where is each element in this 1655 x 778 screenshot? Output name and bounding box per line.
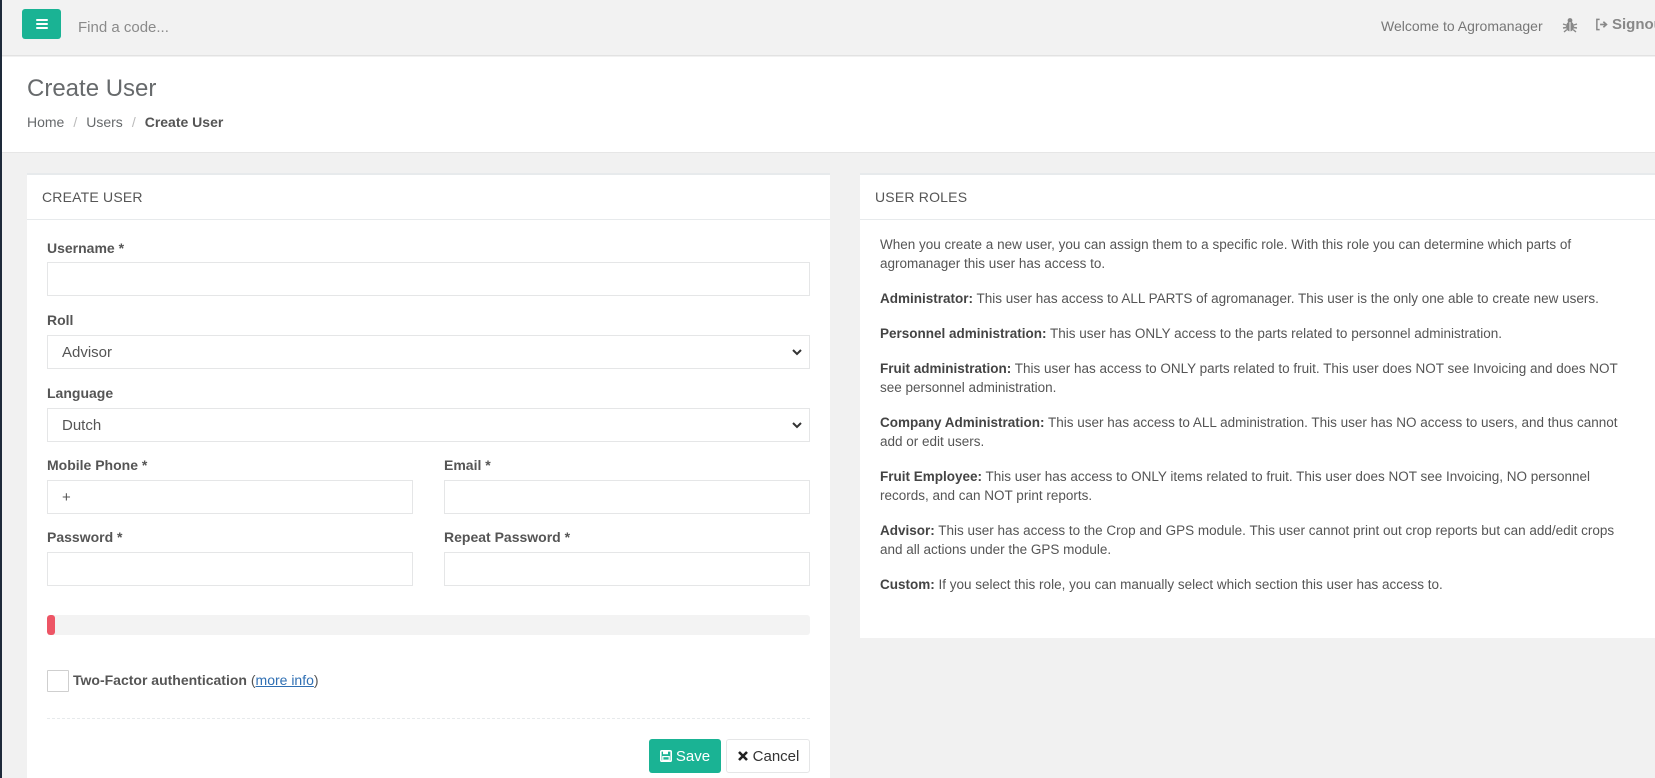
- create-user-panel-title: CREATE USER: [42, 189, 143, 205]
- role-description: This user has ONLY access to the parts r…: [1050, 326, 1503, 341]
- repeat-password-label: Repeat Password *: [444, 529, 571, 545]
- user-roles-panel: USER ROLES When you create a new user, y…: [860, 173, 1655, 638]
- breadcrumb-users[interactable]: Users: [86, 114, 123, 130]
- role-name: Administrator:: [880, 291, 974, 306]
- bug-icon[interactable]: [1561, 16, 1579, 34]
- roll-label: Roll: [47, 312, 74, 328]
- close-icon: [737, 751, 748, 761]
- welcome-message: Welcome to Agromanager: [1381, 18, 1543, 34]
- role-name: Fruit administration:: [880, 361, 1012, 376]
- two-factor-checkbox[interactable]: [47, 670, 69, 692]
- repeat-password-input[interactable]: [444, 552, 810, 586]
- create-user-panel: CREATE USER Username * Roll Advisor Lang…: [27, 173, 830, 778]
- search-input[interactable]: [76, 14, 476, 40]
- role-advisor: Advisor: This user has access to the Cro…: [880, 521, 1635, 559]
- user-roles-content: When you create a new user, you can assi…: [860, 220, 1655, 594]
- language-label: Language: [47, 385, 114, 401]
- email-label: Email *: [444, 457, 491, 473]
- password-strength-meter: [47, 615, 810, 635]
- mobile-phone-label: Mobile Phone *: [47, 457, 148, 473]
- breadcrumb-current: Create User: [144, 114, 224, 130]
- role-description: This user has access to ONLY items relat…: [880, 469, 1591, 503]
- language-select[interactable]: Dutch: [47, 408, 810, 442]
- username-input[interactable]: [47, 262, 810, 296]
- role-fruit-employee: Fruit Employee: This user has access to …: [880, 467, 1635, 505]
- cancel-button[interactable]: Cancel: [726, 739, 810, 773]
- role-company-administration: Company Administration: This user has ac…: [880, 413, 1635, 451]
- two-factor-label: Two-Factor authentication (more info): [73, 672, 319, 688]
- two-factor-close-paren: ): [313, 672, 319, 688]
- password-strength-bar: [47, 615, 55, 635]
- role-name: Fruit Employee:: [880, 469, 983, 484]
- roll-select[interactable]: Advisor: [47, 335, 810, 369]
- signout-link[interactable]: Signou: [1595, 16, 1655, 33]
- two-factor-label-text: Two-Factor authentication: [73, 672, 247, 688]
- save-button[interactable]: Save: [649, 739, 721, 773]
- role-custom: Custom: If you select this role, you can…: [880, 575, 1635, 594]
- hamburger-icon: [35, 19, 48, 29]
- role-personnel-administration: Personnel administration: This user has …: [880, 324, 1635, 343]
- more-info-link[interactable]: more info: [256, 672, 314, 688]
- form-divider: [47, 718, 810, 719]
- breadcrumb-separator: /: [73, 114, 78, 130]
- cancel-label: Cancel: [752, 747, 800, 765]
- role-name: Personnel administration:: [880, 326, 1047, 341]
- password-label: Password *: [47, 529, 123, 545]
- username-label: Username *: [47, 240, 125, 256]
- role-fruit-administration: Fruit administration: This user has acce…: [880, 359, 1635, 397]
- user-roles-panel-title: USER ROLES: [875, 189, 968, 205]
- signout-label: Signou: [1612, 16, 1655, 33]
- email-input[interactable]: [444, 480, 810, 514]
- breadcrumb: Home / Users / Create User: [27, 114, 223, 130]
- signout-icon: [1596, 18, 1608, 31]
- user-roles-panel-header: USER ROLES: [860, 175, 1655, 220]
- create-user-panel-header: CREATE USER: [27, 175, 830, 220]
- breadcrumb-home[interactable]: Home: [27, 114, 64, 130]
- menu-toggle-button[interactable]: [22, 9, 61, 39]
- breadcrumb-separator: /: [131, 114, 136, 130]
- role-name: Custom:: [880, 577, 935, 592]
- role-description: If you select this role, you can manuall…: [938, 577, 1443, 592]
- page-heading: Create User Home / Users / Create User: [2, 57, 1655, 153]
- save-label: Save: [675, 747, 711, 765]
- save-icon: [659, 750, 672, 762]
- password-input[interactable]: [47, 552, 413, 586]
- role-name: Company Administration:: [880, 415, 1045, 430]
- role-name: Advisor:: [880, 523, 935, 538]
- page-title: Create User: [27, 75, 157, 102]
- mobile-phone-input[interactable]: [47, 480, 413, 514]
- role-description: This user has access to ALL PARTS of agr…: [976, 291, 1599, 306]
- role-administrator: Administrator: This user has access to A…: [880, 289, 1635, 308]
- top-navbar: Welcome to Agromanager Signou: [2, 0, 1655, 56]
- roles-intro: When you create a new user, you can assi…: [880, 237, 1572, 271]
- role-description: This user has access to the Crop and GPS…: [880, 523, 1615, 557]
